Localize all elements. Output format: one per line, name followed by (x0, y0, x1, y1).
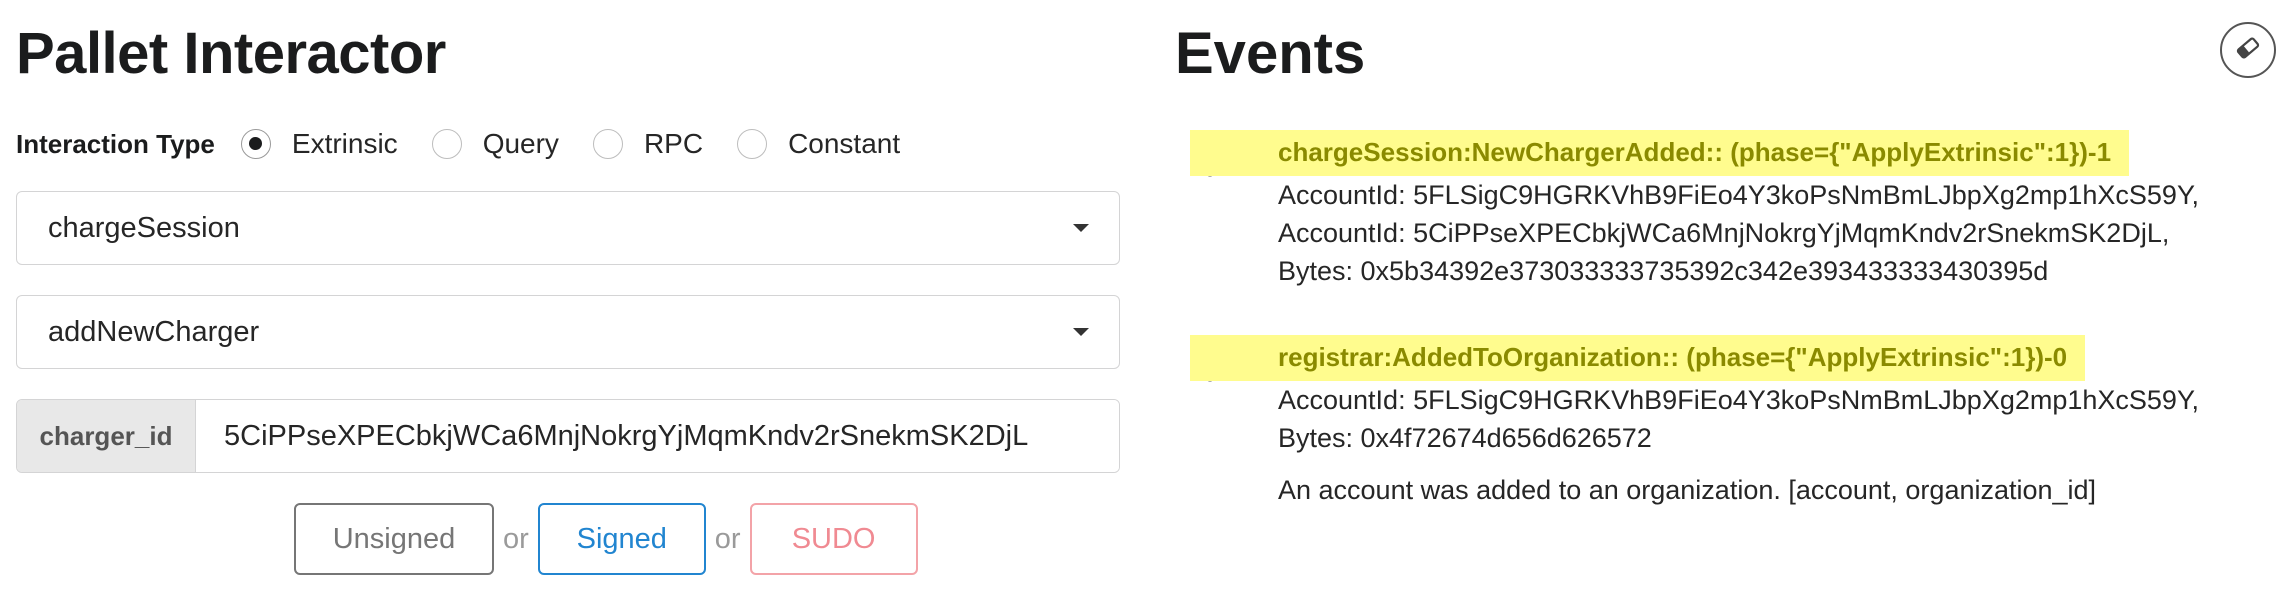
callable-dropdown[interactable]: addNewCharger (16, 295, 1120, 369)
event-detail-line: AccountId: 5FLSigC9HGRKVhB9FiEo4Y3koPsNm… (1278, 385, 2199, 415)
unsigned-button[interactable]: Unsigned (294, 503, 494, 575)
charger-id-field: charger_id (16, 399, 1120, 473)
radio-rpc[interactable]: RPC (592, 128, 703, 160)
clear-events-button[interactable] (2220, 22, 2276, 78)
event-header: registrar:AddedToOrganization:: (phase={… (1190, 335, 2086, 381)
events-title: Events (1175, 21, 1366, 86)
interaction-type-label: Interaction Type (16, 128, 215, 159)
radio-constant-circle[interactable] (737, 129, 768, 159)
eraser-icon (2235, 36, 2261, 64)
radio-query-circle[interactable] (431, 129, 462, 159)
charger-id-label: charger_id (17, 400, 196, 472)
event-detail-line: AccountId: 5CiPPseXPECbkjWCa6MnjNokrgYjM… (1278, 218, 2170, 248)
or-separator: or (714, 522, 741, 555)
radio-query[interactable]: Query (431, 128, 559, 160)
pallet-dropdown[interactable]: chargeSession (16, 191, 1120, 265)
signed-button[interactable]: Signed (537, 503, 706, 575)
radio-extrinsic-circle[interactable] (240, 129, 271, 159)
radio-constant[interactable]: Constant (737, 128, 900, 160)
interaction-type-group: Interaction Type Extrinsic Query RPC Con… (16, 124, 934, 164)
radio-constant-label[interactable]: Constant (788, 128, 900, 160)
radio-rpc-label[interactable]: RPC (644, 128, 703, 160)
pallet-dropdown-value: chargeSession (48, 211, 240, 244)
submit-button-group: Unsigned or Signed or SUDO (294, 503, 918, 575)
event-detail-line: Bytes: 0x5b34392e373033333735392c342e393… (1278, 256, 2049, 286)
event-body: chargeSession:NewChargerAdded:: (phase={… (1190, 130, 2288, 290)
sudo-button[interactable]: SUDO (749, 503, 918, 575)
radio-extrinsic[interactable]: Extrinsic (240, 128, 398, 160)
radio-extrinsic-label[interactable]: Extrinsic (292, 128, 398, 160)
caret-down-icon (1073, 224, 1089, 232)
or-separator: or (503, 522, 529, 555)
event-description: An account was added to an organization.… (1278, 475, 2097, 505)
radio-rpc-circle[interactable] (592, 129, 623, 159)
callable-dropdown-value: addNewCharger (48, 315, 260, 348)
radio-query-label[interactable]: Query (483, 128, 559, 160)
charger-id-input[interactable] (196, 400, 1119, 472)
event-detail-line: AccountId: 5FLSigC9HGRKVhB9FiEo4Y3koPsNm… (1278, 180, 2199, 210)
event-detail-line: Bytes: 0x4f72674d656d626572 (1278, 423, 1652, 453)
event-header: chargeSession:NewChargerAdded:: (phase={… (1190, 130, 2130, 176)
pallet-interactor-title: Pallet Interactor (16, 21, 446, 86)
event-body: registrar:AddedToOrganization:: (phase={… (1190, 335, 2288, 509)
caret-down-icon (1073, 328, 1089, 336)
